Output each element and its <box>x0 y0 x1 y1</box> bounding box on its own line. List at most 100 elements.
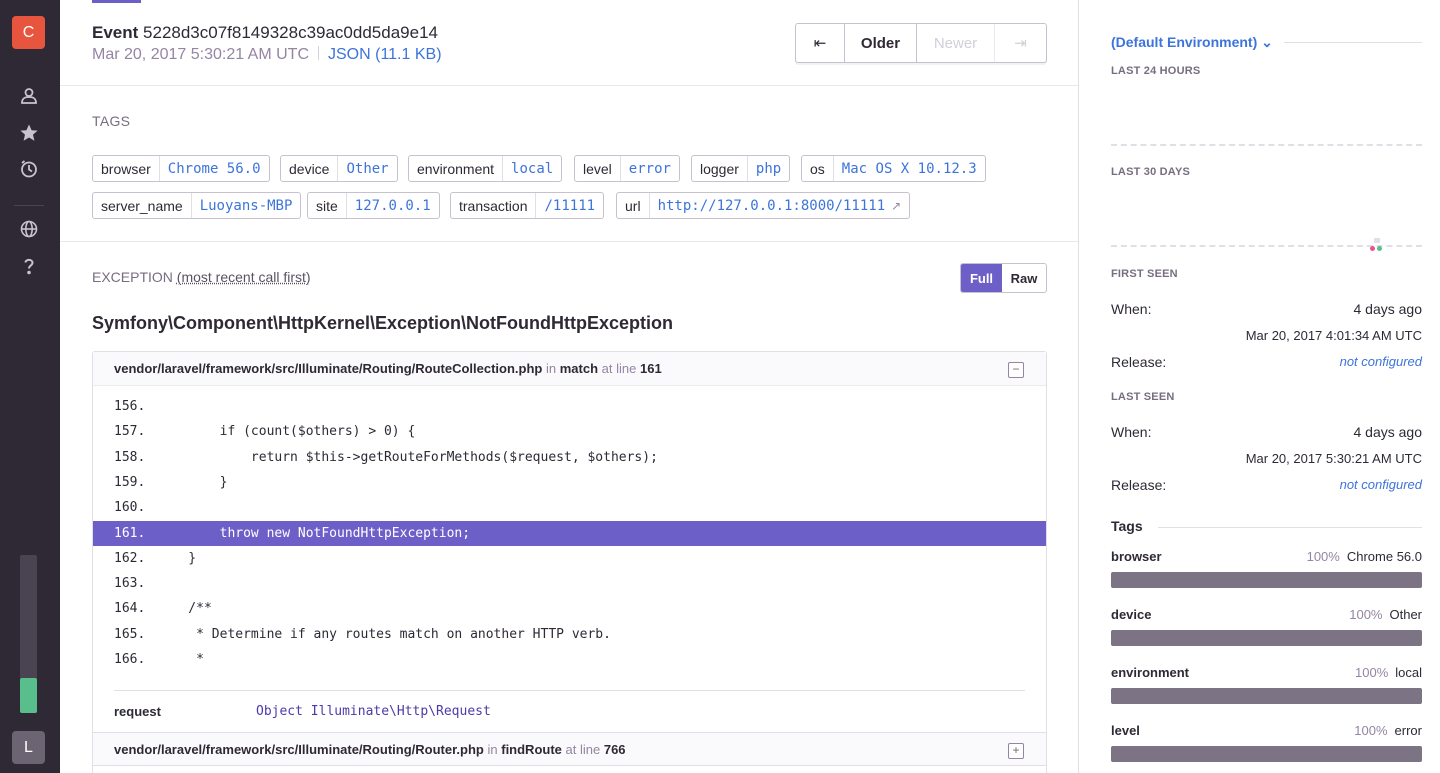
tag-pill-3[interactable]: level error <box>574 155 680 182</box>
external-link-icon[interactable]: ↗ <box>891 193 909 218</box>
last-seen-label: LAST SEEN <box>1111 391 1175 403</box>
tag-value[interactable]: Chrome 56.0 <box>160 156 269 181</box>
line-code: return $this->getRouteForMethods($reques… <box>157 449 658 465</box>
json-link[interactable]: JSON (11.1 KB) <box>328 46 442 63</box>
older-button[interactable]: Older <box>845 24 917 62</box>
frame-line: 766 <box>603 742 626 757</box>
newer-button[interactable]: Newer <box>917 24 995 62</box>
tag-distribution-item[interactable]: device 100% Other <box>1111 607 1422 646</box>
tag-value[interactable]: /11111 <box>536 193 603 218</box>
frame-title: vendor/laravel/framework/src/Illuminate/… <box>114 742 626 757</box>
tag-pill-8[interactable]: transaction/11111 <box>450 192 605 219</box>
event-meta: Mar 20, 2017 5:30:21 AM UTC JSON (11.1 KB… <box>92 46 442 64</box>
full-toggle-button[interactable]: Full <box>961 264 1002 292</box>
raw-toggle-button[interactable]: Raw <box>1002 264 1046 292</box>
tag-distribution-item[interactable]: level 100% error <box>1111 723 1422 762</box>
tag-value[interactable]: php <box>748 156 789 181</box>
release-link[interactable]: not configured <box>1340 354 1422 370</box>
frame-header[interactable]: vendor/laravel/framework/src/Illuminate/… <box>93 732 1046 766</box>
oldest-button[interactable]: ⇤ <box>796 24 845 62</box>
frame-at-line: at line <box>601 361 637 376</box>
release-link[interactable]: not configured <box>1340 477 1422 493</box>
tag-pill-0[interactable]: browser Chrome 56.0 <box>92 155 270 182</box>
last-seen-release: Release: not configured <box>1111 477 1422 493</box>
tag-value[interactable]: error <box>621 156 679 181</box>
meta-separator <box>318 46 319 60</box>
tag-value[interactable]: local <box>503 156 561 181</box>
tag-value[interactable]: 127.0.0.1 <box>347 193 439 218</box>
tag-key: device <box>281 156 339 181</box>
user-icon[interactable] <box>17 84 41 108</box>
tag-top-value-wrap: 100% Chrome 56.0 <box>1307 549 1422 564</box>
globe-icon[interactable] <box>17 217 41 241</box>
newest-button[interactable]: ⇥ <box>995 24 1046 62</box>
line-code: } <box>157 474 228 490</box>
line-number: 162. <box>114 550 146 566</box>
tag-pill-7[interactable]: site 127.0.0.1 <box>307 192 440 219</box>
frame-function: match <box>559 361 599 376</box>
sidebar-divider <box>14 205 44 206</box>
last-seen-date: Mar 20, 2017 5:30:21 AM UTC <box>1245 451 1422 466</box>
org-avatar[interactable]: C <box>12 16 45 49</box>
when-value: 4 days ago <box>1353 301 1423 317</box>
line-number: 165. <box>114 626 146 642</box>
environment-selector[interactable]: (Default Environment) ⌄ <box>1111 34 1273 51</box>
star-icon[interactable] <box>17 121 41 145</box>
last-30-days-graph[interactable] <box>1111 245 1422 247</box>
tag-value[interactable]: Luoyans-MBP <box>192 193 301 218</box>
expand-frame-button[interactable]: + <box>1008 743 1024 759</box>
tag-pill-5[interactable]: os Mac OS X 10.12.3 <box>801 155 986 182</box>
help-icon[interactable] <box>17 254 41 278</box>
tag-value[interactable]: http://127.0.0.1:8000/11111 <box>650 193 894 218</box>
tag-distribution-item[interactable]: environment 100% local <box>1111 665 1422 704</box>
exception-label: EXCEPTION (most recent call first) <box>92 269 311 285</box>
tag-pill-9[interactable]: url http://127.0.0.1:8000/11111 ↗ <box>616 192 911 219</box>
collapse-frame-button[interactable]: − <box>1008 362 1024 378</box>
tag-key: environment <box>409 156 504 181</box>
tag-distribution-row: device 100% Other <box>1111 607 1422 622</box>
tag-name: device <box>1111 607 1152 622</box>
line-number: 160. <box>114 500 146 516</box>
tag-distribution-bar <box>1111 630 1422 646</box>
event-pager: ⇤ Older Newer ⇥ <box>795 23 1047 63</box>
environment-divider <box>1284 42 1422 43</box>
tag-value[interactable]: Mac OS X 10.12.3 <box>834 156 985 181</box>
last-24-hours-graph[interactable] <box>1111 144 1422 146</box>
stacktrace: vendor/laravel/framework/src/Illuminate/… <box>92 351 1047 773</box>
tag-distribution-item[interactable]: browser 100% Chrome 56.0 <box>1111 549 1422 588</box>
user-avatar[interactable]: L <box>12 731 45 764</box>
event-title: Event 5228d3c07f8149328c39ac0dd5da9e14 <box>92 23 438 43</box>
event-timestamp: Mar 20, 2017 5:30:21 AM UTC <box>92 46 309 63</box>
frame-in: in <box>545 361 557 376</box>
line-code: } <box>157 550 197 566</box>
tag-pill-6[interactable]: server_name Luoyans-MBP <box>92 192 302 219</box>
tag-distribution-bar <box>1111 746 1422 762</box>
line-code: * <box>157 652 204 667</box>
when-label: When: <box>1111 301 1152 317</box>
tag-pill-1[interactable]: device Other <box>280 155 398 182</box>
clock-icon[interactable] <box>17 157 41 181</box>
tag-key: browser <box>93 156 160 181</box>
tag-distribution-fill <box>1111 688 1422 704</box>
tag-pill-2[interactable]: environment local <box>408 155 563 182</box>
line-code: throw new NotFoundHttpException; <box>157 525 471 541</box>
tags-label: TAGS <box>92 113 131 129</box>
tag-value[interactable]: Other <box>338 156 396 181</box>
release-label: Release: <box>1111 477 1167 493</box>
code-line: 165. * Determine if any routes match on … <box>93 622 1046 647</box>
frame-header[interactable]: vendor/laravel/framework/src/Illuminate/… <box>93 352 1046 386</box>
tag-pill-4[interactable]: logger php <box>691 155 791 182</box>
tag-top-value: local <box>1395 665 1422 680</box>
tag-name: level <box>1111 723 1140 738</box>
tag-distribution-row: browser 100% Chrome 56.0 <box>1111 549 1422 564</box>
chevron-down-icon: ⌄ <box>1261 34 1273 50</box>
tag-distribution-row: level 100% error <box>1111 723 1422 738</box>
frame-in: in <box>487 742 498 757</box>
frame-path: vendor/laravel/framework/src/Illuminate/… <box>114 742 484 757</box>
exception-type: Symfony\Component\HttpKernel\Exception\N… <box>92 313 673 333</box>
tag-distribution-fill <box>1111 746 1422 762</box>
tag-key: transaction <box>451 193 537 218</box>
frame-var-value: Object Illuminate\Http\Request <box>256 704 491 719</box>
exception-sublabel[interactable]: (most recent call first) <box>177 269 311 285</box>
tags-title: Tags <box>1111 518 1143 534</box>
